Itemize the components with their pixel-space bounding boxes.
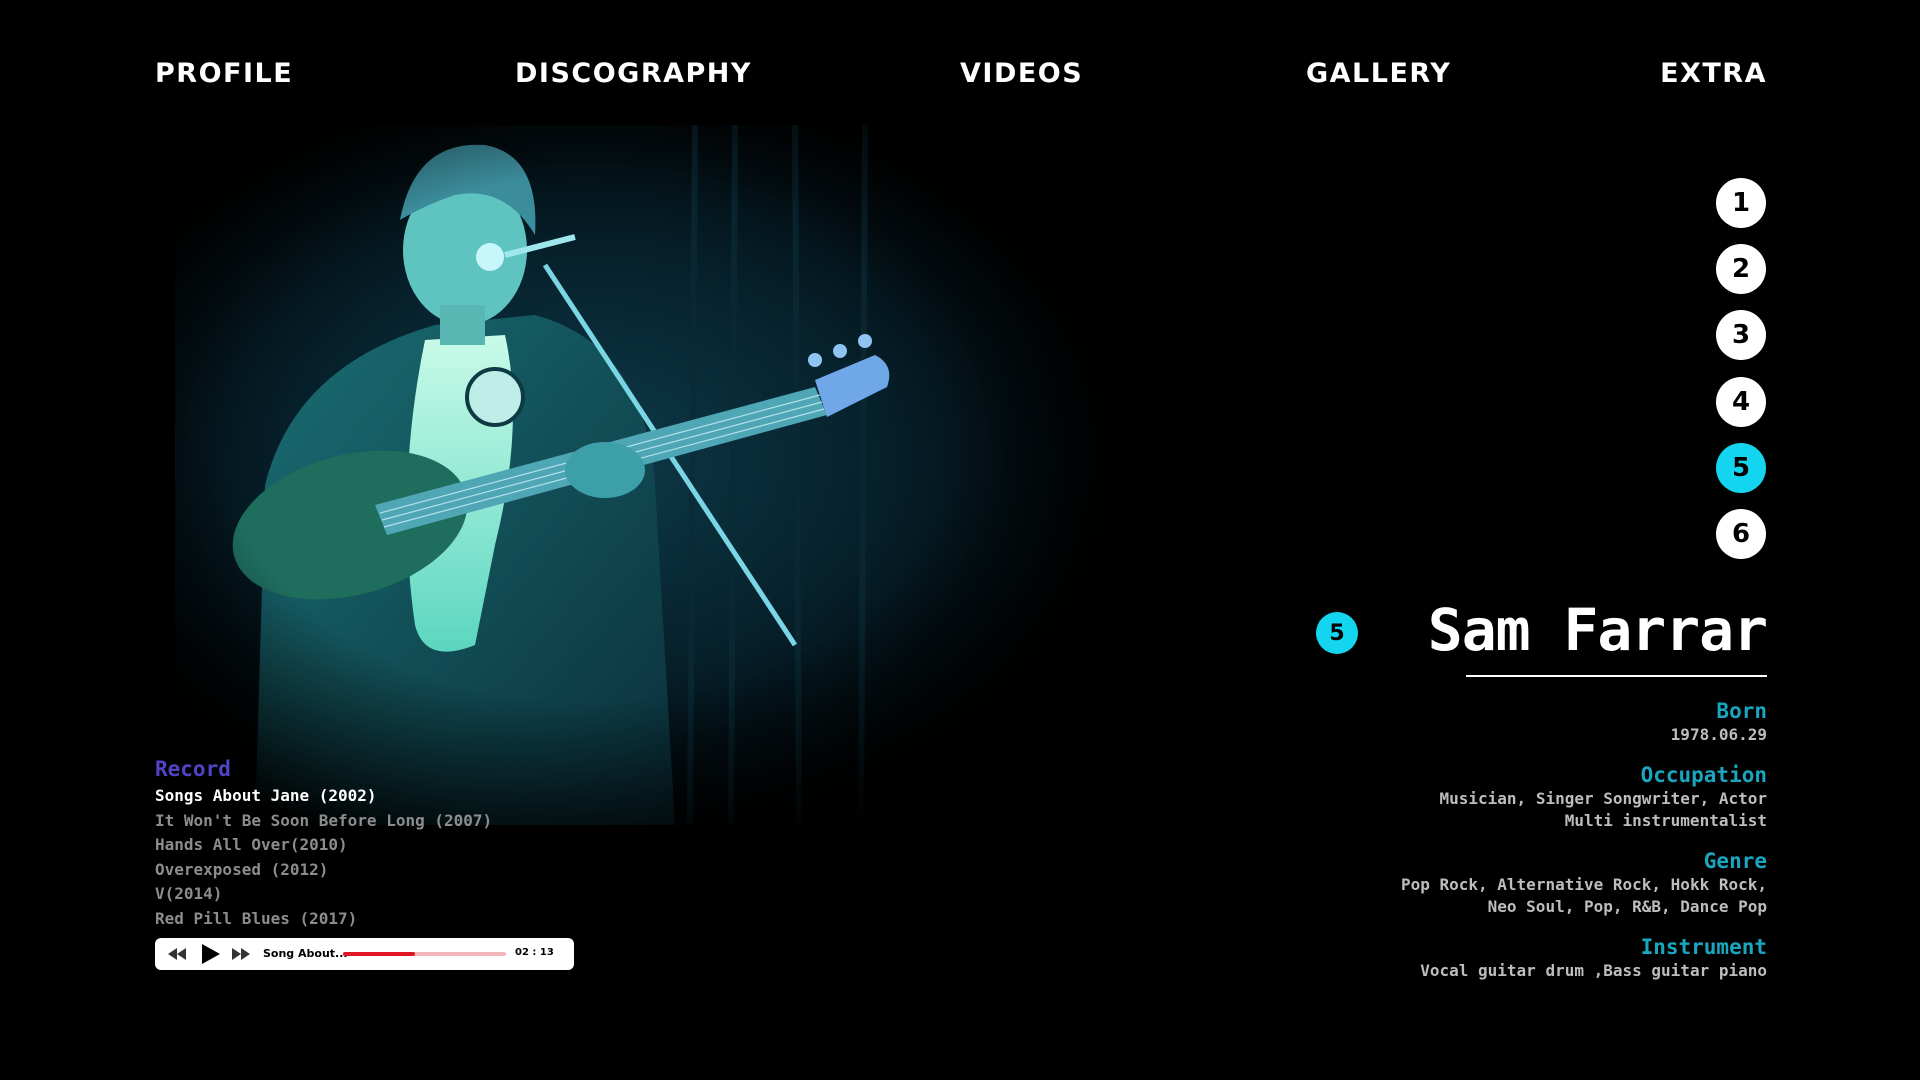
instrument-value: Vocal guitar drum ,Bass guitar piano (1420, 961, 1767, 980)
instrument-label: Instrument (1640, 935, 1767, 959)
nav-profile[interactable]: PROFILE (155, 58, 293, 89)
progress-bar[interactable] (343, 952, 506, 956)
profile-info: Born 1978.06.29 Occupation Musician, Sin… (1307, 698, 1767, 998)
name-divider (1466, 675, 1767, 677)
record-item[interactable]: Overexposed (2012) (155, 858, 675, 883)
genre-value-line-2: Neo Soul, Pop, R&B, Dance Pop (1487, 897, 1767, 916)
audio-player: Song About... 02 : 13 (155, 938, 574, 970)
profile-number-badge: 5 (1316, 612, 1358, 654)
now-playing-track: Song About... (263, 947, 348, 960)
genre-label: Genre (1703, 849, 1767, 873)
record-item[interactable]: Hands All Over(2010) (155, 833, 675, 858)
nav-videos[interactable]: VIDEOS (960, 58, 1083, 89)
born-group: Born 1978.06.29 (1307, 698, 1767, 746)
pager-item-3[interactable]: 3 (1716, 310, 1766, 360)
occupation-value-line-1: Musician, Singer Songwriter, Actor (1439, 789, 1767, 808)
pager-item-1[interactable]: 1 (1716, 178, 1766, 228)
pager-item-6[interactable]: 6 (1716, 509, 1766, 559)
instrument-group: Instrument Vocal guitar drum ,Bass guita… (1307, 934, 1767, 982)
artist-name: Sam Farrar (1427, 596, 1768, 664)
record-list: Record Songs About Jane (2002) It Won't … (155, 756, 675, 931)
playback-time: 02 : 13 (515, 947, 554, 958)
pager-item-5[interactable]: 5 (1716, 443, 1766, 493)
occupation-value-line-2: Multi instrumentalist (1564, 811, 1767, 830)
play-icon[interactable] (198, 938, 222, 970)
pager-item-2[interactable]: 2 (1716, 244, 1766, 294)
pager-item-4[interactable]: 4 (1716, 377, 1766, 427)
record-item[interactable]: It Won't Be Soon Before Long (2007) (155, 809, 675, 834)
top-nav: PROFILE DISCOGRAPHY VIDEOS GALLERY EXTRA (155, 58, 1767, 98)
record-item[interactable]: Red Pill Blues (2017) (155, 907, 675, 932)
artist-photo (175, 125, 1155, 825)
born-label: Born (1716, 699, 1767, 723)
nav-gallery[interactable]: GALLERY (1306, 58, 1451, 89)
nav-discography[interactable]: DISCOGRAPHY (515, 58, 752, 89)
born-value: 1978.06.29 (1670, 725, 1767, 744)
record-title: Record (155, 757, 231, 781)
record-item[interactable]: Songs About Jane (2002) (155, 784, 675, 809)
nav-extra[interactable]: EXTRA (1660, 58, 1767, 89)
progress-fill (343, 952, 415, 956)
genre-value-line-1: Pop Rock, Alternative Rock, Hokk Rock, (1400, 875, 1767, 894)
occupation-group: Occupation Musician, Singer Songwriter, … (1307, 762, 1767, 832)
record-item[interactable]: V(2014) (155, 882, 675, 907)
rewind-icon[interactable] (165, 938, 189, 970)
genre-group: Genre Pop Rock, Alternative Rock, Hokk R… (1307, 848, 1767, 918)
fast-forward-icon[interactable] (229, 938, 253, 970)
occupation-label: Occupation (1640, 763, 1767, 787)
